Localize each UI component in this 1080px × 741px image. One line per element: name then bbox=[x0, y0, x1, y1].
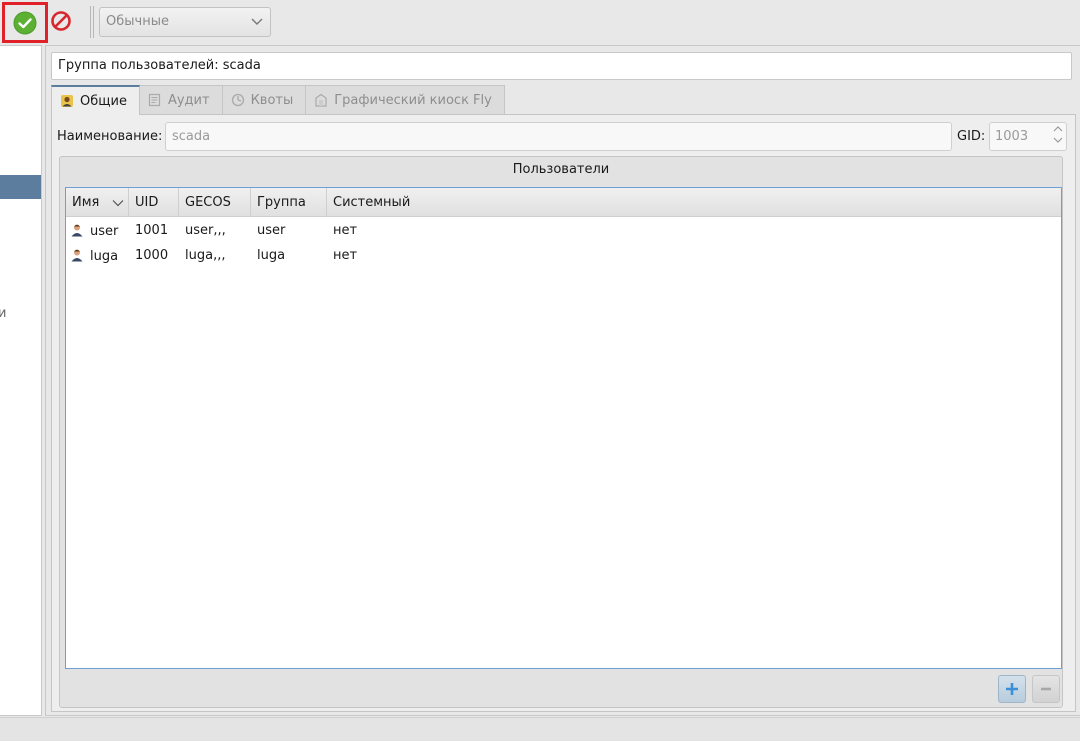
name-label: Наименование: bbox=[57, 129, 163, 144]
add-user-button[interactable] bbox=[998, 675, 1026, 703]
tab-general-label: Общие bbox=[80, 93, 127, 109]
cell-gecos: luga,,, bbox=[185, 248, 226, 263]
checkmark-circle-icon bbox=[13, 11, 37, 34]
column-header-uid[interactable]: UID bbox=[129, 188, 179, 217]
table-header: Имя UID GECOS Группа Системный bbox=[66, 188, 1061, 217]
column-header-label: UID bbox=[135, 195, 159, 210]
mode-select[interactable]: Обычные bbox=[99, 7, 271, 37]
chevron-up-icon[interactable] bbox=[1053, 125, 1063, 133]
users-title: Пользователи bbox=[512, 162, 610, 177]
tab-bar: Общие Аудит Квоты Графический киоск Fly bbox=[51, 85, 505, 115]
cancel-button[interactable] bbox=[49, 9, 73, 33]
toolbar: Обычные bbox=[0, 0, 1080, 44]
tab-kiosk[interactable]: Графический киоск Fly bbox=[305, 85, 505, 114]
tab-general-content: Наименование: scada GID: 1003 Пользовате… bbox=[51, 114, 1076, 712]
tab-quotas[interactable]: Квоты bbox=[221, 85, 307, 114]
table-body: user 1001 user,,, user нет luga 1000 lug… bbox=[66, 218, 1061, 268]
user-icon bbox=[71, 224, 83, 236]
tab-audit[interactable]: Аудит bbox=[138, 85, 223, 114]
cell-gecos: user,,, bbox=[185, 223, 226, 238]
user-icon bbox=[71, 249, 83, 261]
gid-spin-buttons[interactable] bbox=[1053, 125, 1063, 144]
minus-icon bbox=[1041, 687, 1051, 691]
gid-value: 1003 bbox=[995, 129, 1029, 144]
gid-label: GID: bbox=[957, 129, 986, 144]
apply-button[interactable] bbox=[2, 2, 48, 43]
column-header-label: Имя bbox=[72, 195, 100, 210]
column-header-group[interactable]: Группа bbox=[251, 188, 327, 217]
column-header-label: GECOS bbox=[185, 195, 231, 210]
cell-name: user bbox=[66, 223, 129, 239]
user-name: luga bbox=[90, 248, 119, 264]
cell-system: нет bbox=[333, 248, 358, 263]
tab-audit-label: Аудит bbox=[167, 92, 210, 108]
column-header-gecos[interactable]: GECOS bbox=[179, 188, 251, 217]
audit-icon bbox=[148, 93, 161, 107]
tab-kiosk-label: Графический киоск Fly bbox=[334, 92, 492, 108]
group-icon bbox=[61, 95, 73, 107]
remove-user-button[interactable] bbox=[1032, 675, 1060, 703]
column-header-name[interactable]: Имя bbox=[66, 188, 129, 217]
cell-group: luga bbox=[257, 248, 286, 263]
chevron-down-icon[interactable] bbox=[1053, 136, 1063, 144]
tab-general[interactable]: Общие bbox=[51, 85, 140, 115]
user-name: user bbox=[90, 223, 119, 239]
status-bar bbox=[0, 717, 1080, 741]
name-field[interactable]: scada bbox=[165, 122, 952, 151]
table-row[interactable]: luga 1000 luga,,, luga нет bbox=[66, 243, 1061, 268]
gid-spinbox[interactable]: 1003 bbox=[989, 122, 1067, 151]
chevron-down-icon bbox=[112, 200, 124, 207]
kiosk-icon bbox=[315, 93, 327, 107]
chevron-down-icon bbox=[251, 18, 263, 25]
cell-system: нет bbox=[333, 223, 358, 238]
cell-group: user bbox=[257, 223, 286, 238]
cell-uid: 1000 bbox=[135, 248, 169, 263]
users-group-box: Пользователи Имя UID GECOS Группа Систем… bbox=[59, 156, 1063, 708]
plus-icon bbox=[1006, 683, 1018, 695]
mode-select-value: Обычные bbox=[106, 14, 169, 29]
column-header-label: Группа bbox=[257, 195, 306, 210]
quota-icon bbox=[231, 93, 244, 107]
left-item-label: и bbox=[0, 306, 7, 321]
cell-uid: 1001 bbox=[135, 223, 169, 238]
group-properties-panel: Группа пользователей: scada Общие Аудит bbox=[45, 45, 1080, 716]
toolbar-separator bbox=[90, 6, 94, 38]
column-header-system[interactable]: Системный bbox=[327, 188, 1061, 217]
users-table[interactable]: Имя UID GECOS Группа Системный user 1001… bbox=[65, 187, 1062, 669]
cell-name: luga bbox=[66, 248, 129, 264]
forbidden-icon bbox=[51, 11, 71, 31]
column-header-label: Системный bbox=[333, 195, 411, 210]
group-title: Группа пользователей: scada bbox=[51, 52, 1072, 80]
left-selected-item[interactable] bbox=[0, 175, 41, 199]
left-navigation-panel: и bbox=[0, 45, 42, 716]
table-row[interactable]: user 1001 user,,, user нет bbox=[66, 218, 1061, 243]
tab-quotas-label: Квоты bbox=[250, 92, 294, 108]
